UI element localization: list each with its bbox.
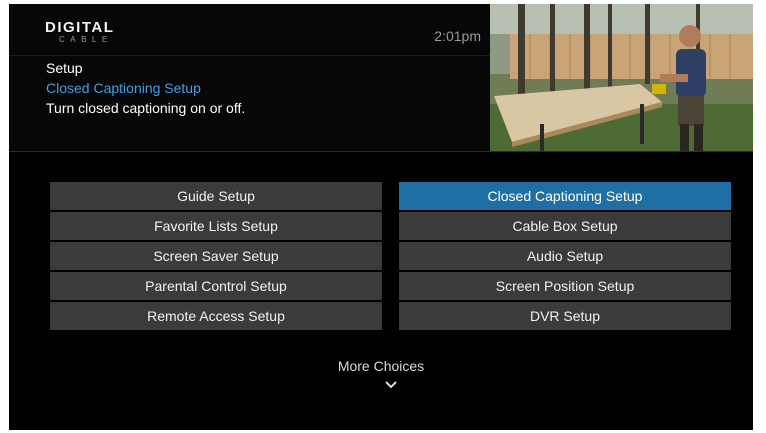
guide-setup-button[interactable]: Guide Setup (50, 182, 382, 210)
clock: 2:01pm (434, 28, 481, 44)
chevron-down-icon[interactable] (385, 381, 397, 389)
parental-control-setup-button[interactable]: Parental Control Setup (50, 272, 382, 300)
dvr-setup-button[interactable]: DVR Setup (399, 302, 731, 330)
screen-saver-setup-button[interactable]: Screen Saver Setup (50, 242, 382, 270)
digital-cable-logo: DIGITAL CABLE (45, 19, 115, 45)
header: DIGITAL CABLE 2:01pm Setup Closed Captio… (9, 4, 753, 151)
more-choices-button[interactable]: More Choices (9, 358, 753, 374)
cable-box-setup-button[interactable]: Cable Box Setup (399, 212, 731, 240)
logo-main: DIGITAL (45, 19, 115, 36)
breadcrumb-section: Setup (46, 60, 83, 76)
header-divider (9, 55, 491, 56)
remote-access-setup-button[interactable]: Remote Access Setup (50, 302, 382, 330)
audio-setup-button[interactable]: Audio Setup (399, 242, 731, 270)
header-rule (9, 151, 753, 152)
closed-captioning-setup-button[interactable]: Closed Captioning Setup (399, 182, 731, 210)
live-tv-preview (490, 4, 753, 151)
breadcrumb-current: Closed Captioning Setup (46, 80, 201, 96)
tv-screen: DIGITAL CABLE 2:01pm Setup Closed Captio… (9, 4, 753, 430)
logo-sub: CABLE (59, 35, 113, 44)
breadcrumb-description: Turn closed captioning on or off. (46, 100, 246, 116)
favorite-lists-setup-button[interactable]: Favorite Lists Setup (50, 212, 382, 240)
screen-position-setup-button[interactable]: Screen Position Setup (399, 272, 731, 300)
